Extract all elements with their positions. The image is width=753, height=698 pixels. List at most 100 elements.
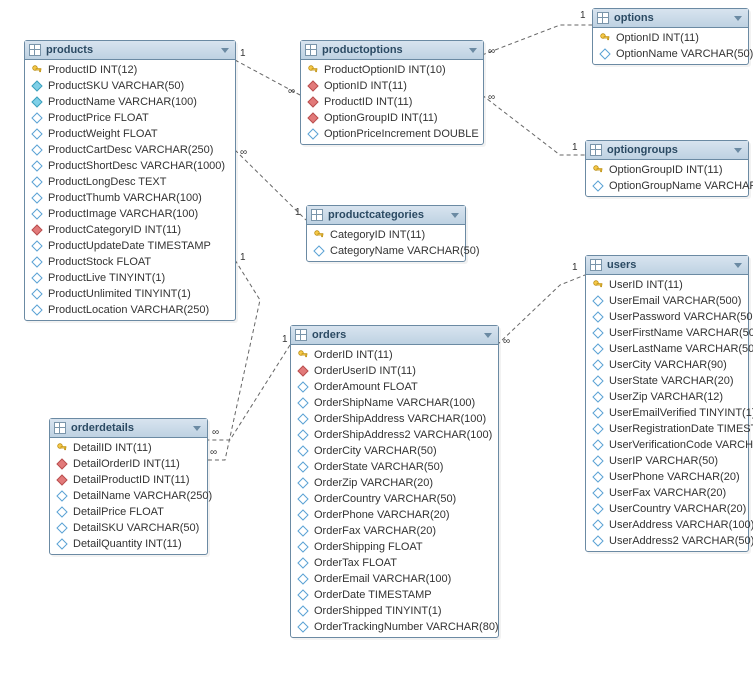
column-row[interactable]: DetailPrice FLOAT — [50, 504, 207, 520]
column-row[interactable]: DetailQuantity INT(11) — [50, 536, 207, 552]
table-header-options[interactable]: options — [593, 9, 748, 28]
column-row[interactable]: ProductName VARCHAR(100) — [25, 94, 235, 110]
column-row[interactable]: OptionName VARCHAR(50) — [593, 46, 748, 62]
column-row[interactable]: OrderID INT(11) — [291, 347, 498, 363]
column-row[interactable]: ProductSKU VARCHAR(50) — [25, 78, 235, 94]
column-row[interactable]: UserIP VARCHAR(50) — [586, 453, 748, 469]
column-row[interactable]: OrderShipping FLOAT — [291, 539, 498, 555]
column-row[interactable]: DetailOrderID INT(11) — [50, 456, 207, 472]
column-row[interactable]: OrderEmail VARCHAR(100) — [291, 571, 498, 587]
column-row[interactable]: OrderShipName VARCHAR(100) — [291, 395, 498, 411]
table-header-productoptions[interactable]: productoptions — [301, 41, 483, 60]
column-row[interactable]: ProductLongDesc TEXT — [25, 174, 235, 190]
column-diamond-icon — [31, 256, 43, 268]
column-diamond-icon — [592, 471, 604, 483]
column-diamond-icon — [592, 487, 604, 499]
column-row[interactable]: ProductID INT(11) — [301, 94, 483, 110]
column-row[interactable]: UserState VARCHAR(20) — [586, 373, 748, 389]
column-row[interactable]: ProductUnlimited TINYINT(1) — [25, 286, 235, 302]
table-options[interactable]: options OptionID INT(11)OptionName VARCH… — [592, 8, 749, 65]
column-row[interactable]: UserFax VARCHAR(20) — [586, 485, 748, 501]
column-row[interactable]: ProductUpdateDate TIMESTAMP — [25, 238, 235, 254]
column-label: CategoryName VARCHAR(50) — [330, 244, 480, 258]
column-row[interactable]: UserFirstName VARCHAR(50) — [586, 325, 748, 341]
column-row[interactable]: ProductWeight FLOAT — [25, 126, 235, 142]
column-row[interactable]: OrderTax FLOAT — [291, 555, 498, 571]
table-orderdetails[interactable]: orderdetails DetailID INT(11)DetailOrder… — [49, 418, 208, 555]
column-row[interactable]: UserEmailVerified TINYINT(1) — [586, 405, 748, 421]
column-row[interactable]: UserZip VARCHAR(12) — [586, 389, 748, 405]
column-row[interactable]: ProductOptionID INT(10) — [301, 62, 483, 78]
column-row[interactable]: OrderZip VARCHAR(20) — [291, 475, 498, 491]
table-users[interactable]: users UserID INT(11)UserEmail VARCHAR(50… — [585, 255, 749, 552]
table-optiongroups[interactable]: optiongroups OptionGroupID INT(11)Option… — [585, 140, 749, 197]
column-row[interactable]: UserPassword VARCHAR(500) — [586, 309, 748, 325]
column-row[interactable]: OrderCountry VARCHAR(50) — [291, 491, 498, 507]
table-orders[interactable]: orders OrderID INT(11)OrderUserID INT(11… — [290, 325, 499, 638]
table-productcategories[interactable]: productcategories CategoryID INT(11)Cate… — [306, 205, 466, 262]
table-header-users[interactable]: users — [586, 256, 748, 275]
column-label: OptionName VARCHAR(50) — [616, 47, 753, 61]
column-row[interactable]: UserAddress2 VARCHAR(50) — [586, 533, 748, 549]
table-header-products[interactable]: products — [25, 41, 235, 60]
column-label: OptionGroupID INT(11) — [324, 111, 438, 125]
column-row[interactable]: OrderUserID INT(11) — [291, 363, 498, 379]
column-row[interactable]: CategoryID INT(11) — [307, 227, 465, 243]
column-row[interactable]: OrderTrackingNumber VARCHAR(80) — [291, 619, 498, 635]
column-row[interactable]: OrderShipAddress2 VARCHAR(100) — [291, 427, 498, 443]
column-row[interactable]: UserPhone VARCHAR(20) — [586, 469, 748, 485]
column-row[interactable]: OrderDate TIMESTAMP — [291, 587, 498, 603]
column-row[interactable]: ProductCategoryID INT(11) — [25, 222, 235, 238]
column-row[interactable]: DetailProductID INT(11) — [50, 472, 207, 488]
table-header-optiongroups[interactable]: optiongroups — [586, 141, 748, 160]
column-row[interactable]: UserCity VARCHAR(90) — [586, 357, 748, 373]
table-header-productcategories[interactable]: productcategories — [307, 206, 465, 225]
column-row[interactable]: UserLastName VARCHAR(50) — [586, 341, 748, 357]
column-row[interactable]: ProductStock FLOAT — [25, 254, 235, 270]
column-row[interactable]: OptionID INT(11) — [593, 30, 748, 46]
column-row[interactable]: OrderShipAddress VARCHAR(100) — [291, 411, 498, 427]
column-row[interactable]: ProductThumb VARCHAR(100) — [25, 190, 235, 206]
column-row[interactable]: UserRegistrationDate TIMESTAMP — [586, 421, 748, 437]
column-row[interactable]: DetailName VARCHAR(250) — [50, 488, 207, 504]
column-row[interactable]: ProductID INT(12) — [25, 62, 235, 78]
column-row[interactable]: OrderState VARCHAR(50) — [291, 459, 498, 475]
table-products[interactable]: products ProductID INT(12)ProductSKU VAR… — [24, 40, 236, 321]
table-header-orderdetails[interactable]: orderdetails — [50, 419, 207, 438]
column-row[interactable]: ProductLive TINYINT(1) — [25, 270, 235, 286]
column-label: OrderShipping FLOAT — [314, 540, 423, 554]
column-row[interactable]: OrderShipped TINYINT(1) — [291, 603, 498, 619]
column-label: OrderTax FLOAT — [314, 556, 397, 570]
column-row[interactable]: UserID INT(11) — [586, 277, 748, 293]
column-row[interactable]: UserCountry VARCHAR(20) — [586, 501, 748, 517]
column-row[interactable]: OptionGroupID INT(11) — [301, 110, 483, 126]
column-row[interactable]: OptionGroupID INT(11) — [586, 162, 748, 178]
table-header-orders[interactable]: orders — [291, 326, 498, 345]
table-body-products: ProductID INT(12)ProductSKU VARCHAR(50)P… — [25, 60, 235, 320]
column-row[interactable]: ProductLocation VARCHAR(250) — [25, 302, 235, 318]
table-productoptions[interactable]: productoptions ProductOptionID INT(10)Op… — [300, 40, 484, 145]
column-row[interactable]: ProductShortDesc VARCHAR(1000) — [25, 158, 235, 174]
rel-label-many3: ∞ — [210, 447, 217, 458]
column-row[interactable]: UserVerificationCode VARCHAR(20) — [586, 437, 748, 453]
column-row[interactable]: OrderPhone VARCHAR(20) — [291, 507, 498, 523]
key-icon — [592, 279, 604, 291]
column-row[interactable]: DetailSKU VARCHAR(50) — [50, 520, 207, 536]
chevron-down-icon — [193, 426, 201, 431]
column-row[interactable]: UserAddress VARCHAR(100) — [586, 517, 748, 533]
column-row[interactable]: UserEmail VARCHAR(500) — [586, 293, 748, 309]
column-row[interactable]: OptionPriceIncrement DOUBLE — [301, 126, 483, 142]
column-row[interactable]: ProductPrice FLOAT — [25, 110, 235, 126]
column-row[interactable]: OrderFax VARCHAR(20) — [291, 523, 498, 539]
column-label: ProductShortDesc VARCHAR(1000) — [48, 159, 225, 173]
column-row[interactable]: CategoryName VARCHAR(50) — [307, 243, 465, 259]
column-row[interactable]: ProductImage VARCHAR(100) — [25, 206, 235, 222]
column-row[interactable]: OrderAmount FLOAT — [291, 379, 498, 395]
column-row[interactable]: OptionGroupName VARCHAR(50) — [586, 178, 748, 194]
column-row[interactable]: DetailID INT(11) — [50, 440, 207, 456]
table-body-productoptions: ProductOptionID INT(10)OptionID INT(11)P… — [301, 60, 483, 144]
column-row[interactable]: OrderCity VARCHAR(50) — [291, 443, 498, 459]
column-label: ProductPrice FLOAT — [48, 111, 149, 125]
column-row[interactable]: ProductCartDesc VARCHAR(250) — [25, 142, 235, 158]
column-row[interactable]: OptionID INT(11) — [301, 78, 483, 94]
